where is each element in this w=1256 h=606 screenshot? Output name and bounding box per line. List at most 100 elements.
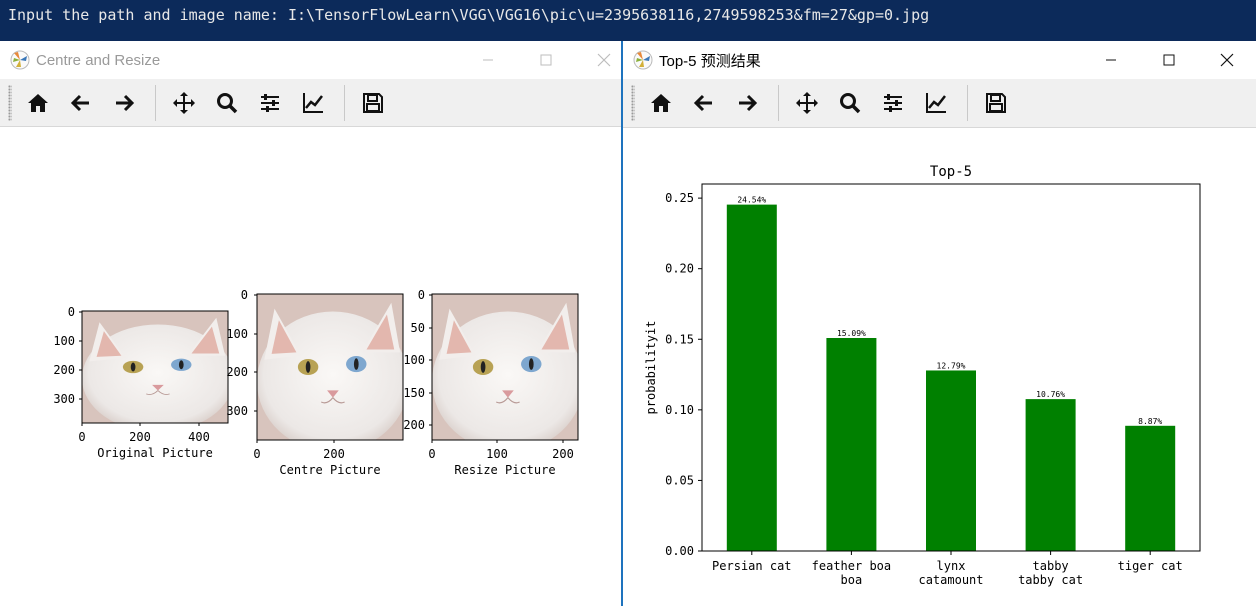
xtick-label: 400: [188, 430, 210, 444]
close-button[interactable]: [1198, 41, 1256, 79]
ytick-label: 300: [53, 392, 75, 406]
ytick-label: 100: [53, 334, 75, 348]
minimize-icon: [483, 59, 493, 61]
xtick-label: 100: [486, 447, 508, 461]
y-axis: 0 100 200 300: [226, 288, 257, 418]
back-button[interactable]: [61, 83, 101, 123]
configure-subplots-button[interactable]: [250, 83, 290, 123]
bar: [1125, 425, 1176, 551]
xtick-label: Persian cat: [712, 559, 791, 573]
ytick-label: 0: [241, 288, 248, 302]
xtick-label: lynx: [937, 559, 966, 573]
bar-data-label: 24.54%: [737, 196, 766, 205]
ytick-label: 0.00: [665, 544, 694, 558]
save-icon: [363, 92, 383, 113]
bar: [1025, 399, 1076, 551]
subplots-figure: 0 100 200 300 0 200 400 Original Picture…: [53, 288, 579, 477]
xtick-label: feather boa: [812, 559, 891, 573]
xtick-label: tiger cat: [1118, 559, 1183, 573]
close-icon: [1220, 53, 1234, 67]
x-axis: 0 100 200: [428, 440, 574, 461]
xtick-label: 0: [253, 447, 260, 461]
save-button[interactable]: [976, 83, 1016, 123]
window-title: Top-5 预测结果: [659, 52, 761, 70]
configure-subplots-icon: [261, 93, 279, 112]
ytick-label: 200: [403, 418, 425, 432]
ytick-label: 200: [53, 363, 75, 377]
matplotlib-icon: [10, 50, 30, 70]
bar-data-label: 12.79%: [937, 361, 966, 370]
ytick-label: 100: [403, 353, 425, 367]
bars: 24.54% 15.09% 12.79% 10.76% 8.87%: [726, 196, 1176, 551]
chart-title: Top-5: [930, 164, 972, 180]
ytick-label: 0: [418, 288, 425, 302]
forward-button[interactable]: [727, 83, 767, 123]
subplot-caption: Original Picture: [97, 446, 213, 460]
maximize-icon: [1163, 54, 1175, 66]
original-picture-subplot: 0 100 200 300 0 200 400 Original Picture: [53, 305, 229, 460]
console-text: Input the path and image name: I:\Tensor…: [8, 6, 930, 24]
configure-subplots-icon: [884, 94, 902, 112]
toolbar-separator: [967, 85, 968, 121]
edit-axes-button[interactable]: [916, 83, 956, 123]
zoom-icon: [840, 93, 861, 114]
back-arrow-icon: [70, 94, 89, 111]
pan-button[interactable]: [164, 83, 204, 123]
toolbar: [623, 79, 1256, 128]
save-button[interactable]: [353, 83, 393, 123]
minimize-button[interactable]: [1082, 41, 1140, 79]
edit-axes-icon: [926, 93, 946, 113]
bar-data-label: 15.09%: [837, 329, 866, 338]
home-icon: [28, 93, 48, 112]
home-icon: [651, 94, 671, 112]
ytick-label: 200: [226, 365, 248, 379]
x-axis: Persian cat feather boaboa lynxcatamount ta…: [712, 551, 1183, 587]
close-icon: [597, 53, 611, 67]
toolbar-grip[interactable]: [631, 85, 635, 121]
maximize-button[interactable]: [1140, 41, 1198, 79]
maximize-icon: [540, 54, 552, 66]
x-axis: 0 200: [253, 440, 345, 461]
toolbar-separator: [778, 85, 779, 121]
pan-icon: [173, 91, 195, 114]
zoom-icon: [217, 92, 238, 113]
bar-data-label: 8.87%: [1138, 417, 1162, 426]
back-arrow-icon: [693, 94, 712, 112]
ytick-label: 150: [403, 386, 425, 400]
centre-picture-subplot: 0 100 200 300 0 200 Centre Picture: [226, 288, 404, 477]
edit-axes-button[interactable]: [293, 83, 333, 123]
figure-canvas[interactable]: 0 100 200 300 0 200 400 Original Picture…: [0, 127, 621, 606]
toolbar: [0, 79, 621, 127]
titlebar[interactable]: Top-5 预测结果: [623, 41, 1256, 79]
maximize-button[interactable]: [517, 41, 575, 79]
xtick-label: tabby cat: [1018, 573, 1083, 587]
zoom-button[interactable]: [207, 83, 247, 123]
pan-icon: [796, 92, 818, 114]
subplot-caption: Centre Picture: [279, 463, 380, 477]
forward-button[interactable]: [104, 83, 144, 123]
minimize-button[interactable]: [459, 41, 517, 79]
subplot-caption: Resize Picture: [454, 463, 555, 477]
ytick-label: 0.15: [665, 332, 694, 346]
toolbar-grip[interactable]: [8, 84, 12, 121]
ytick-label: 0.10: [665, 403, 694, 417]
xtick-label: boa: [841, 573, 863, 587]
xtick-label: catamount: [918, 573, 983, 587]
back-button[interactable]: [684, 83, 724, 123]
window-title: Centre and Resize: [36, 51, 161, 69]
x-axis: 0 200 400: [78, 423, 210, 444]
zoom-button[interactable]: [830, 83, 870, 123]
bar: [926, 370, 976, 551]
figure-canvas[interactable]: Top-5 probabilityit 0.00 0.05 0.10 0.15 0.20…: [623, 128, 1256, 606]
configure-subplots-button[interactable]: [873, 83, 913, 123]
top5-prediction-window: Top-5 预测结果 Top-5 probabilityit 0.00 0.05…: [622, 41, 1256, 606]
bar: [826, 337, 877, 551]
home-button[interactable]: [641, 83, 681, 123]
xtick-label: tabby: [1033, 559, 1069, 573]
xtick-label: 200: [129, 430, 151, 444]
ytick-label: 50: [411, 321, 425, 335]
ytick-label: 0.05: [665, 473, 694, 487]
home-button[interactable]: [18, 83, 58, 123]
pan-button[interactable]: [787, 83, 827, 123]
titlebar[interactable]: Centre and Resize: [0, 41, 621, 79]
